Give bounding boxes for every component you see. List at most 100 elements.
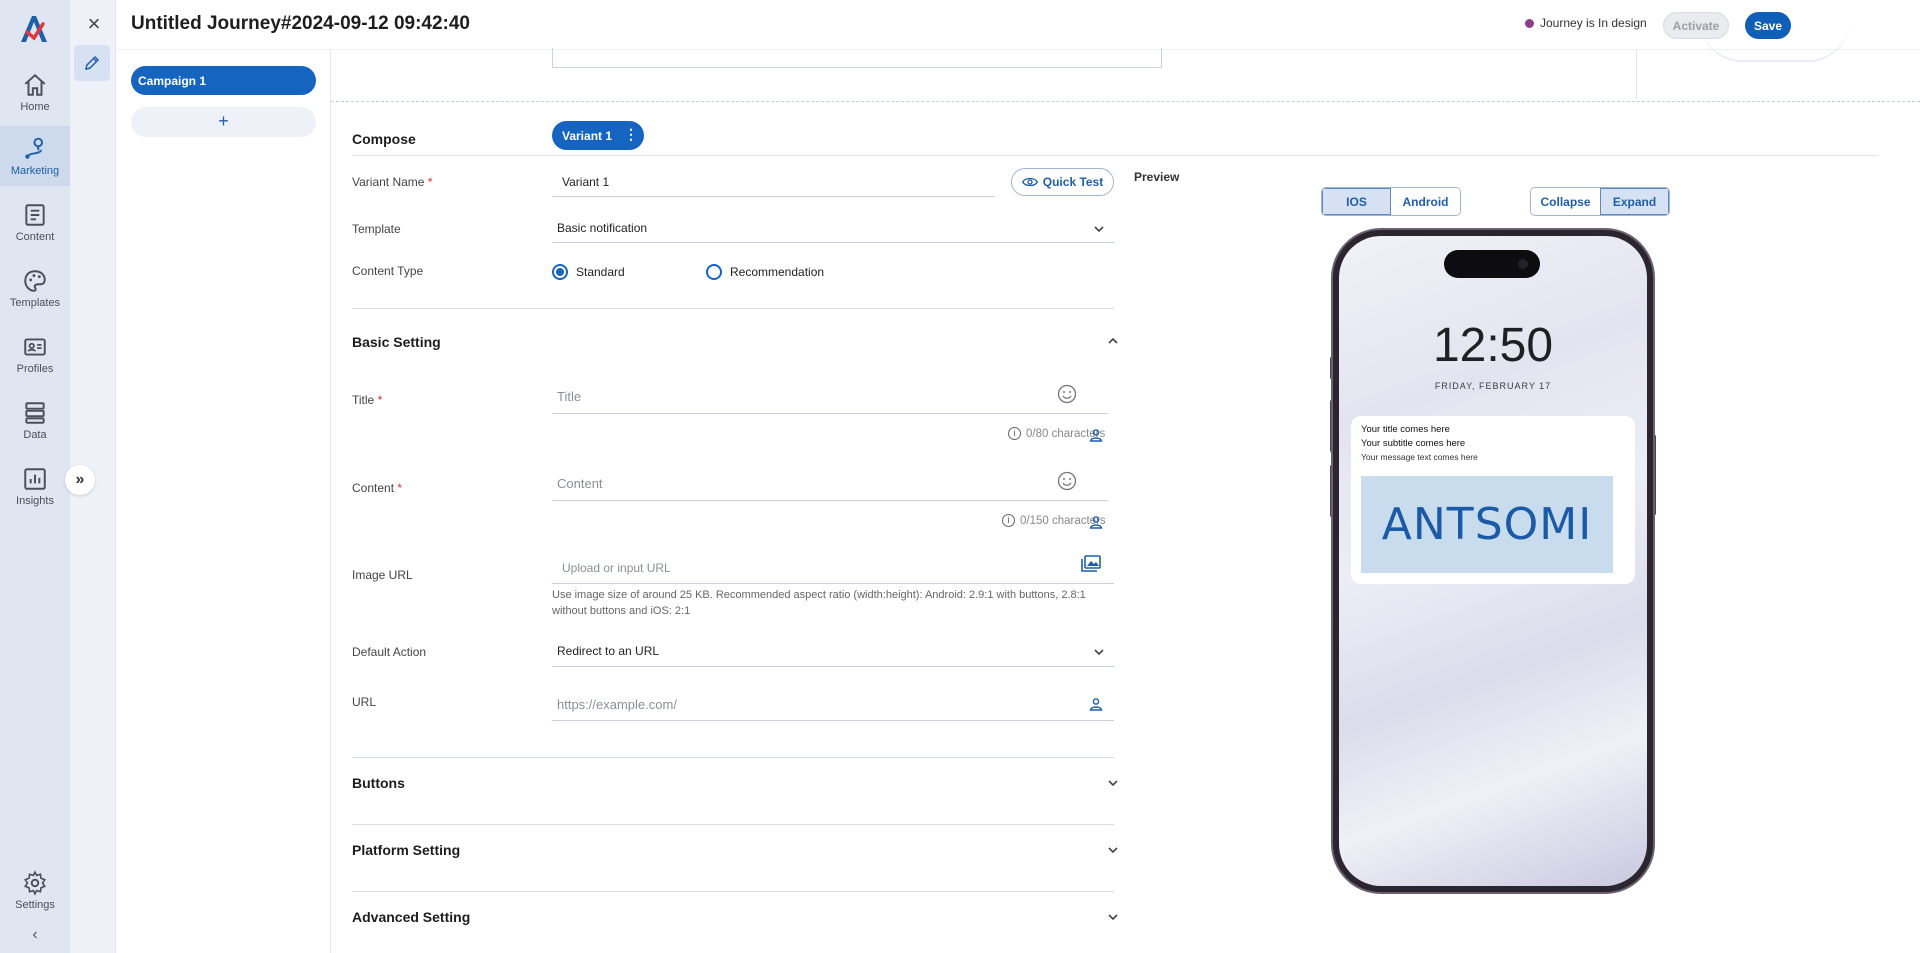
image-upload-icon[interactable] xyxy=(1081,555,1101,572)
nav-item-templates[interactable]: Templates xyxy=(0,258,70,318)
personalize-icon[interactable] xyxy=(1089,428,1103,442)
radio-recommendation-label: Recommendation xyxy=(730,265,825,279)
notification-image: ANTSOMI xyxy=(1361,476,1613,573)
dotted-divider xyxy=(331,101,1920,102)
chevron-left-icon: ‹ xyxy=(32,926,38,943)
nav-label-profiles: Profiles xyxy=(16,362,54,375)
chevron-down-icon[interactable] xyxy=(1106,910,1120,924)
dynamic-island xyxy=(1444,250,1540,278)
title-label-text: Title xyxy=(352,393,375,407)
nav-label-marketing: Marketing xyxy=(10,164,60,177)
phone-screen: 12:50 FRIDAY, FEBRUARY 17 Your title com… xyxy=(1339,236,1647,886)
content-icon xyxy=(25,203,45,226)
section-divider xyxy=(352,757,1114,758)
preview-label: Preview xyxy=(1134,170,1180,184)
notification-subtitle: Your subtitle comes here xyxy=(1361,438,1466,449)
camera-icon xyxy=(1518,259,1528,269)
basic-setting-title[interactable]: Basic Setting xyxy=(352,334,441,350)
chevron-up-icon[interactable] xyxy=(1106,334,1120,348)
variant-tab[interactable]: Variant 1 ⋮ xyxy=(552,121,644,150)
image-url-label: Image URL xyxy=(352,568,413,582)
kebab-menu-icon[interactable]: ⋮ xyxy=(624,126,638,143)
image-url-input[interactable]: Upload or input URL xyxy=(562,561,671,575)
content-label: Content * xyxy=(352,481,403,495)
eye-icon xyxy=(1021,177,1038,187)
collapse-view-button[interactable]: Collapse xyxy=(1531,188,1600,215)
database-icon xyxy=(25,401,45,424)
view-mode-toggle: Collapse Expand xyxy=(1530,187,1670,216)
notification-card: Your title comes here Your subtitle come… xyxy=(1351,416,1635,584)
content-input[interactable]: Content xyxy=(557,476,603,491)
compose-label: Compose xyxy=(352,131,416,147)
nav-item-insights[interactable]: Insights xyxy=(0,456,70,516)
radio-recommendation[interactable] xyxy=(706,264,722,280)
lockscreen-time: 12:50 xyxy=(1432,319,1554,372)
compose-divider xyxy=(352,155,1877,156)
chevron-down-icon[interactable] xyxy=(1106,843,1120,857)
image-url-underline xyxy=(552,583,1114,584)
pencil-icon xyxy=(85,55,100,70)
edit-button[interactable] xyxy=(74,45,110,81)
collapse-nav-button[interactable]: ‹ xyxy=(0,920,70,950)
platform-ios-button[interactable]: IOS xyxy=(1322,188,1391,215)
nav-item-settings[interactable]: Settings xyxy=(0,860,70,920)
section-divider xyxy=(352,308,1114,309)
nav-item-data[interactable]: Data xyxy=(0,390,70,450)
double-chevron-right-icon: » xyxy=(75,471,85,488)
default-action-select[interactable]: Redirect to an URL xyxy=(557,644,659,658)
variant-name-underline xyxy=(552,196,995,197)
default-action-underline xyxy=(552,666,1114,667)
close-icon[interactable]: × xyxy=(84,13,104,35)
nav-item-home[interactable]: Home xyxy=(0,62,70,122)
nav-label-data: Data xyxy=(23,428,47,441)
content-label-text: Content xyxy=(352,481,395,495)
buttons-section-title[interactable]: Buttons xyxy=(352,775,405,791)
marketing-icon xyxy=(25,137,44,159)
url-label: URL xyxy=(352,695,377,709)
nav-item-marketing[interactable]: Marketing xyxy=(0,126,70,186)
notification-title: Your title comes here xyxy=(1361,424,1450,435)
radio-standard[interactable] xyxy=(552,264,568,280)
add-campaign-button[interactable]: + xyxy=(131,107,316,137)
variant-name-label-text: Variant Name xyxy=(352,175,425,189)
quick-test-button[interactable]: Quick Test xyxy=(1011,168,1114,196)
gear-icon xyxy=(24,869,46,896)
image-hint: Use image size of around 25 KB. Recommen… xyxy=(552,589,1086,617)
personalize-icon[interactable] xyxy=(1089,697,1103,711)
chevron-down-icon[interactable] xyxy=(1106,776,1120,790)
left-nav: Home Marketing Content Templates Profile… xyxy=(0,0,70,953)
title-input[interactable]: Title xyxy=(557,389,581,404)
header: Untitled Journey#2024-09-12 09:42:40 xyxy=(116,0,1920,50)
content-type-label: Content Type xyxy=(352,264,424,278)
divider xyxy=(1636,50,1637,98)
expand-panel-button[interactable]: » xyxy=(65,465,95,495)
antsomi-logo-icon[interactable] xyxy=(17,12,51,46)
url-input[interactable]: https://example.com/ xyxy=(557,697,677,712)
profile-card-icon xyxy=(24,337,46,356)
template-select[interactable]: Basic notification xyxy=(557,221,647,235)
expand-view-button[interactable]: Expand xyxy=(1600,188,1669,215)
chevron-down-icon[interactable] xyxy=(1092,645,1106,659)
nav-item-content[interactable]: Content xyxy=(0,192,70,252)
info-icon: i xyxy=(1002,514,1015,527)
title-label: Title * xyxy=(352,393,383,407)
nav-label-settings: Settings xyxy=(15,898,55,911)
nav-item-profiles[interactable]: Profiles xyxy=(0,324,70,384)
personalize-icon[interactable] xyxy=(1089,515,1103,529)
platform-setting-section-title[interactable]: Platform Setting xyxy=(352,842,460,858)
advanced-setting-section-title[interactable]: Advanced Setting xyxy=(352,909,470,925)
emoji-icon[interactable] xyxy=(1057,471,1077,491)
variant-name-label: Variant Name * xyxy=(352,175,433,189)
home-icon xyxy=(24,73,46,96)
quick-test-label: Quick Test xyxy=(1042,175,1104,189)
chevron-down-icon[interactable] xyxy=(1092,222,1106,236)
journey-status: Journey is In design xyxy=(1525,16,1647,30)
nav-label-templates: Templates xyxy=(9,296,61,309)
campaign-item[interactable]: Campaign 1 xyxy=(131,66,316,95)
section-divider xyxy=(352,824,1114,825)
platform-android-button[interactable]: Android xyxy=(1391,188,1460,215)
variant-name-input[interactable]: Variant 1 xyxy=(562,175,609,189)
lockscreen-date: FRIDAY, FEBRUARY 17 xyxy=(1434,381,1552,391)
emoji-icon[interactable] xyxy=(1057,384,1077,404)
nav-label-home: Home xyxy=(20,100,50,113)
